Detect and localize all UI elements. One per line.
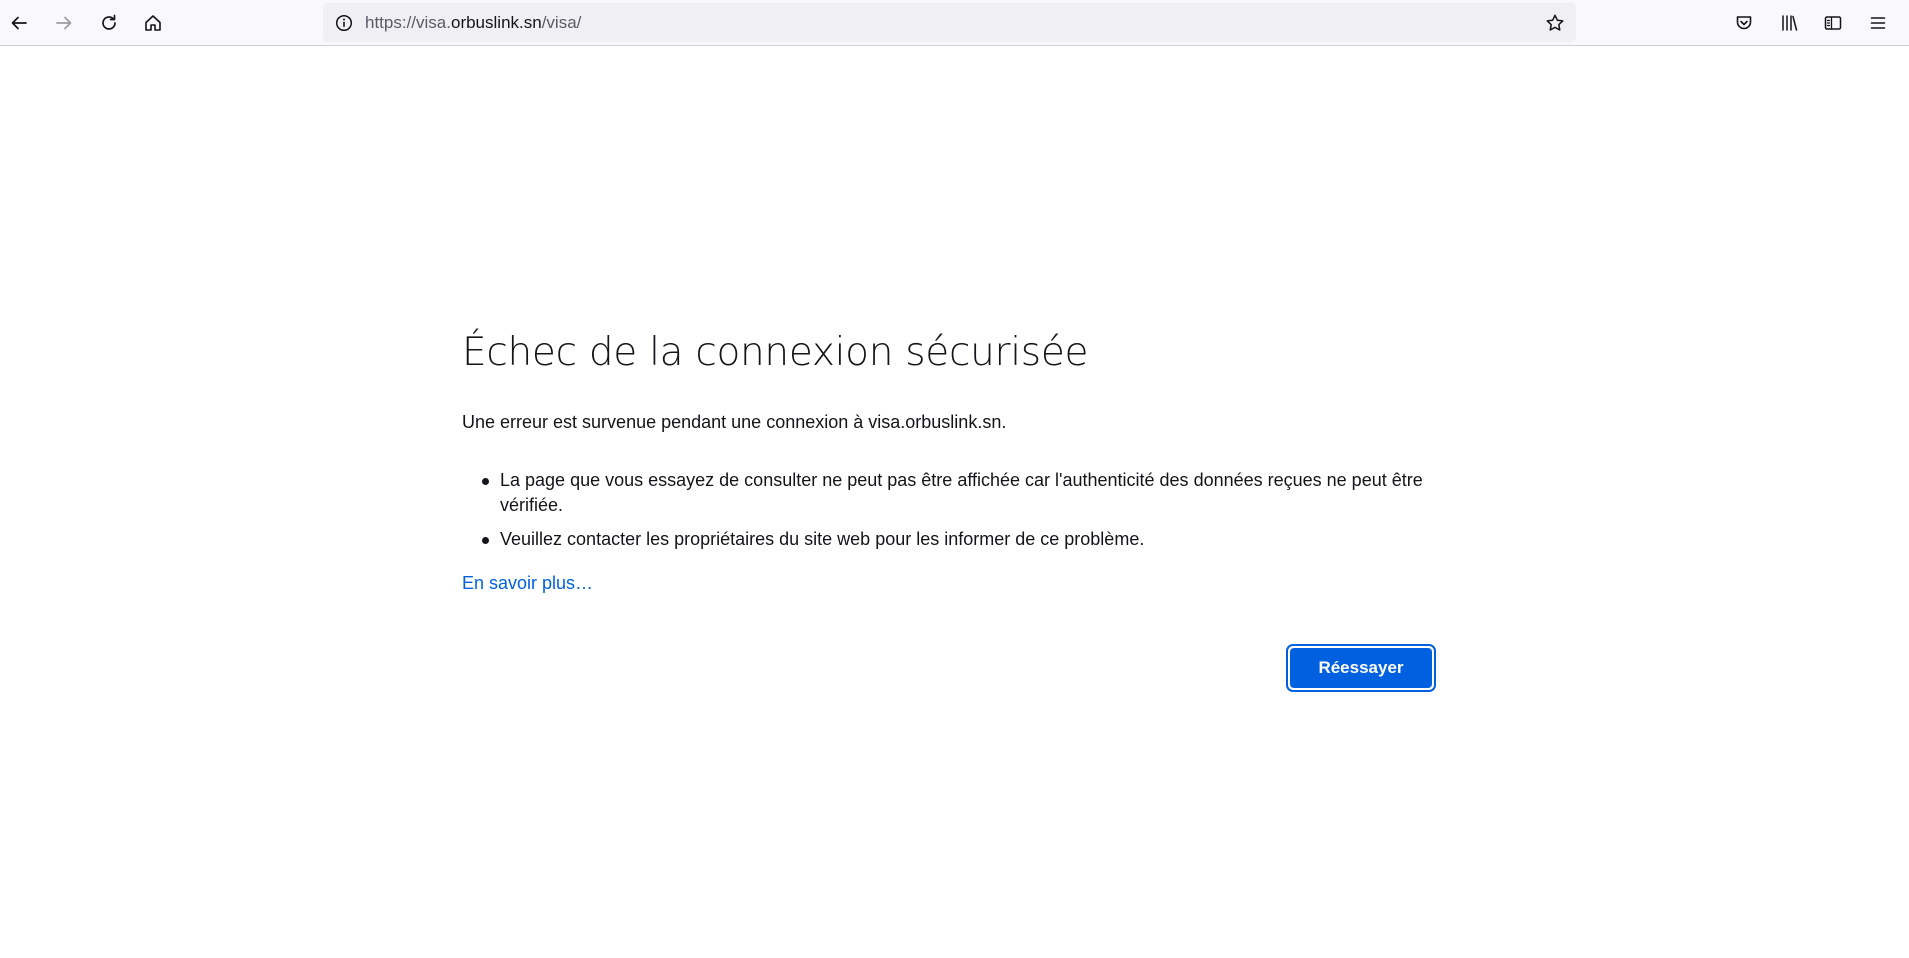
url-text[interactable]: https://visa.orbuslink.sn/visa/ [365, 3, 581, 42]
back-button[interactable] [2, 6, 36, 40]
url-path: /visa/ [541, 13, 582, 32]
home-button[interactable] [136, 6, 170, 40]
arrow-right-icon [56, 16, 72, 30]
library-button[interactable] [1772, 6, 1806, 40]
reload-button[interactable] [92, 6, 126, 40]
sidebar-button[interactable] [1816, 6, 1850, 40]
bullet-icon [482, 478, 489, 485]
retry-button[interactable]: Réessayer [1290, 648, 1432, 688]
library-icon [1782, 15, 1798, 31]
reload-icon [102, 14, 116, 30]
retry-button-focus-ring: Réessayer [1286, 644, 1436, 692]
arrow-left-icon [11, 16, 27, 30]
browser-toolbar: https://visa.orbuslink.sn/visa/ [0, 0, 1909, 46]
menu-icon [1870, 17, 1886, 29]
error-details-list: La page que vous essayez de consulter ne… [462, 468, 1435, 552]
error-page: Échec de la connexion sécurisée Une erre… [462, 318, 1436, 692]
forward-button[interactable] [47, 6, 81, 40]
list-item-text: Veuillez contacter les propriétaires du … [500, 529, 1145, 549]
error-intro: Une erreur est survenue pendant une conn… [462, 412, 1007, 432]
bookmark-button[interactable] [1540, 8, 1570, 38]
info-icon [335, 14, 353, 32]
home-icon [145, 15, 161, 31]
menu-button[interactable] [1861, 6, 1895, 40]
pocket-button[interactable] [1727, 6, 1761, 40]
url-host: orbuslink.sn [450, 13, 542, 32]
page-title: Échec de la connexion sécurisée [462, 330, 1089, 375]
site-info-button[interactable] [331, 10, 357, 36]
list-item: Veuillez contacter les propriétaires du … [482, 527, 1435, 552]
learn-more-link[interactable]: En savoir plus… [462, 570, 593, 596]
star-icon [1546, 14, 1564, 31]
list-item: La page que vous essayez de consulter ne… [482, 468, 1435, 518]
list-item-text: La page que vous essayez de consulter ne… [500, 470, 1423, 515]
bullet-icon [482, 537, 489, 544]
pocket-icon [1736, 16, 1752, 30]
sidebar-icon [1824, 16, 1842, 30]
url-scheme: https://visa. [365, 13, 451, 32]
url-bar[interactable]: https://visa.orbuslink.sn/visa/ [323, 3, 1576, 42]
